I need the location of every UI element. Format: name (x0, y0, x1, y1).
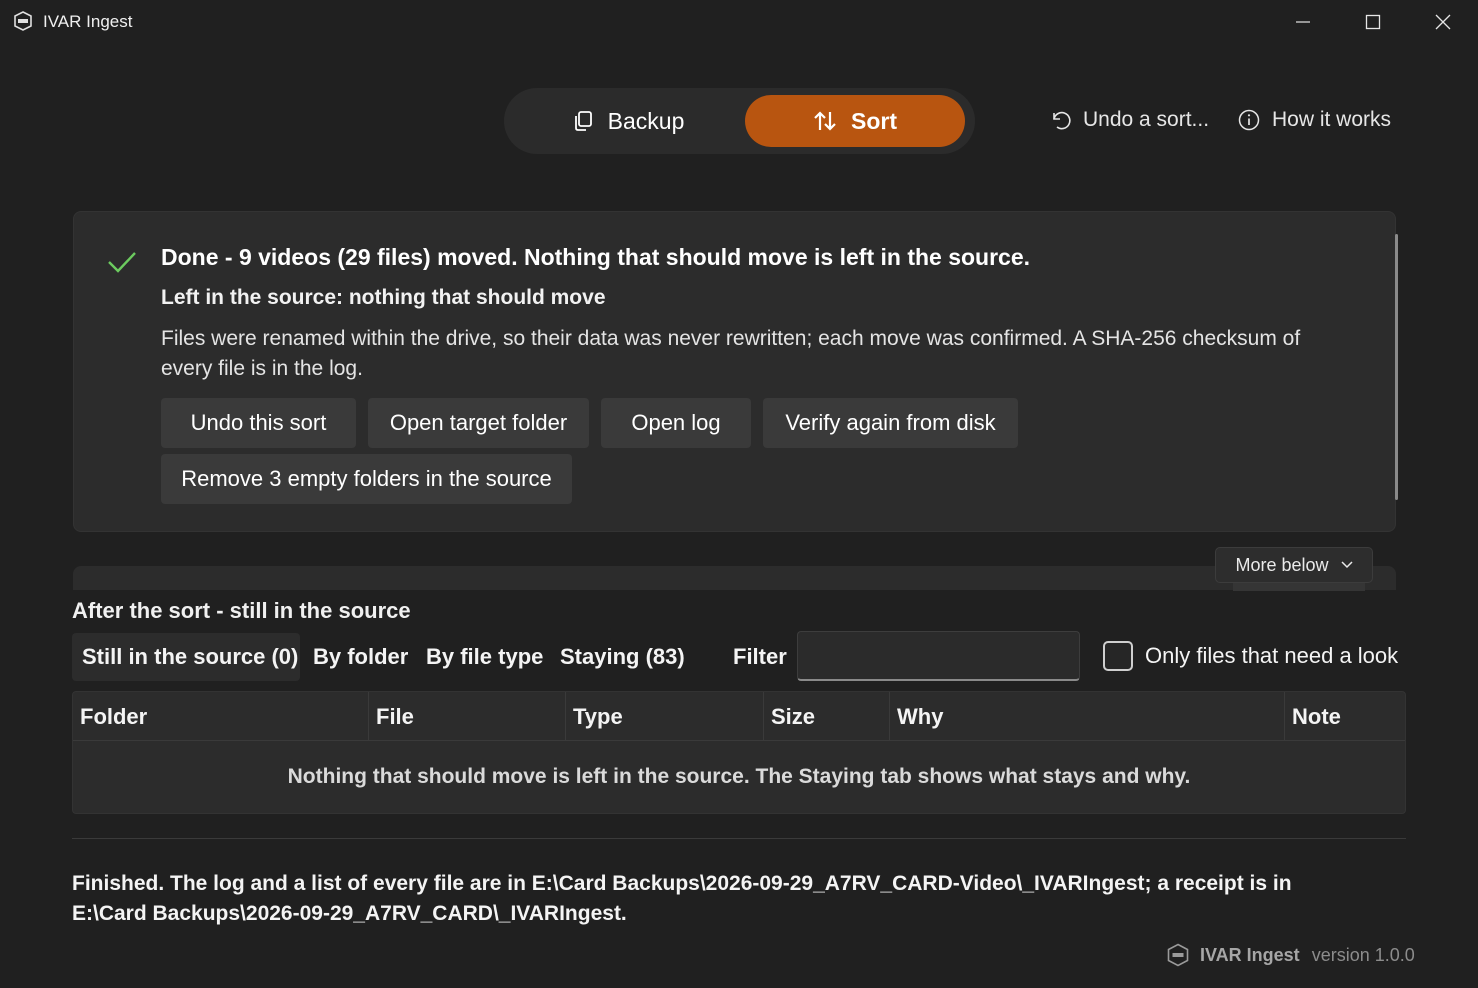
tab-staying[interactable]: Staying (83) (560, 633, 685, 681)
result-scrollbar[interactable] (1395, 234, 1398, 500)
tab-by-file-type[interactable]: By file type (426, 633, 543, 681)
column-header-type[interactable]: Type (566, 692, 764, 741)
only-need-look-label: Only files that need a look (1145, 643, 1399, 668)
close-icon (1435, 14, 1451, 30)
next-card-peek (73, 566, 1396, 590)
title-bar: IVAR Ingest (0, 0, 1478, 44)
column-header-why[interactable]: Why (890, 692, 1285, 741)
undo-icon (1053, 111, 1071, 130)
how-it-works-link[interactable]: How it works (1238, 104, 1391, 136)
tab-by-folder[interactable]: By folder (313, 633, 408, 681)
tab-still-in-source[interactable]: Still in the source (0) (72, 633, 300, 681)
sort-mode-button[interactable]: Sort (745, 95, 965, 147)
more-below-label: More below (1235, 554, 1329, 575)
version-label: version 1.0.0 (1311, 944, 1415, 965)
close-button[interactable] (1408, 0, 1478, 44)
more-below-shadow (1233, 583, 1365, 591)
sort-arrows-icon (814, 111, 836, 131)
table-empty-message: Nothing that should move is left in the … (287, 765, 1191, 788)
minimize-icon (1296, 21, 1310, 23)
footer-divider (72, 838, 1406, 839)
column-header-file[interactable]: File (369, 692, 566, 741)
column-header-folder[interactable]: Folder (73, 692, 369, 741)
only-need-look-checkbox[interactable] (1103, 641, 1133, 671)
more-below-button[interactable]: More below (1215, 547, 1373, 583)
remove-empty-folders-button[interactable]: Remove 3 empty folders in the source (161, 454, 572, 504)
copy-icon (574, 111, 592, 131)
filter-input[interactable] (797, 631, 1080, 681)
checkmark-icon (108, 252, 136, 273)
filter-label: Filter (733, 644, 787, 669)
sort-label: Sort (851, 107, 897, 134)
brand: IVAR Ingest version 1.0.0 (1166, 940, 1415, 970)
maximize-icon (1365, 14, 1381, 30)
brand-name: IVAR Ingest (1200, 944, 1300, 965)
files-table: Folder File Type Size Why Note Nothing t… (72, 691, 1406, 814)
after-sort-title: After the sort - still in the source (72, 598, 411, 623)
minimize-button[interactable] (1268, 0, 1338, 44)
undo-a-sort-link[interactable]: Undo a sort... (1049, 104, 1209, 136)
info-icon (1238, 109, 1260, 131)
verify-again-button[interactable]: Verify again from disk (763, 398, 1018, 448)
open-target-folder-button[interactable]: Open target folder (368, 398, 589, 448)
how-it-works-label: How it works (1272, 108, 1392, 131)
ivar-logo-icon (1167, 943, 1189, 967)
mode-switch: Backup Sort (504, 88, 975, 154)
backup-label: Backup (607, 107, 685, 134)
backup-mode-button[interactable]: Backup (518, 95, 738, 147)
ivar-logo-icon (14, 11, 32, 31)
result-card: Done - 9 videos (29 files) moved. Nothin… (73, 211, 1398, 532)
result-title: Done - 9 videos (29 files) moved. Nothin… (161, 244, 1031, 270)
chevron-down-icon (1340, 561, 1353, 569)
open-log-button[interactable]: Open log (601, 398, 751, 448)
maximize-button[interactable] (1338, 0, 1408, 44)
column-header-size[interactable]: Size (764, 692, 890, 741)
undo-a-sort-label: Undo a sort... (1083, 108, 1210, 131)
result-description: Files were renamed within the drive, so … (161, 327, 1301, 380)
table-header: Folder File Type Size Why Note (73, 692, 1405, 741)
column-header-note[interactable]: Note (1285, 692, 1406, 741)
window-title: IVAR Ingest (43, 12, 133, 31)
finished-message: Finished. The log and a list of every fi… (72, 872, 1292, 925)
undo-this-sort-button[interactable]: Undo this sort (161, 398, 356, 448)
result-subtitle: Left in the source: nothing that should … (161, 286, 606, 309)
